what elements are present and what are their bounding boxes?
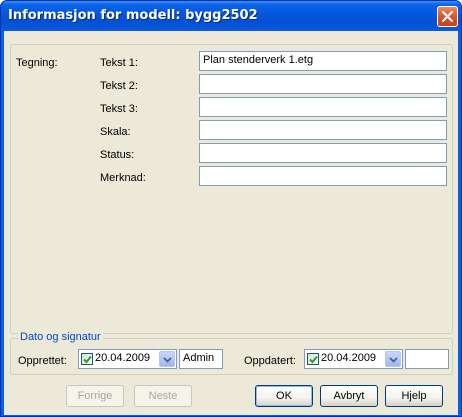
text3-field[interactable] bbox=[199, 97, 447, 117]
scale-field[interactable] bbox=[199, 120, 447, 140]
chevron-down-icon bbox=[389, 357, 398, 363]
updated-date-checkbox[interactable] bbox=[307, 353, 319, 365]
created-date-dropdown[interactable] bbox=[159, 351, 175, 367]
updated-date-dropdown[interactable] bbox=[385, 351, 401, 367]
created-signature-field[interactable]: Admin bbox=[179, 349, 223, 369]
text1-field[interactable]: Plan stenderverk 1.etg bbox=[199, 51, 447, 71]
window-title: Informasjon for modell: bygg2502 bbox=[8, 8, 258, 23]
created-label: Opprettet: bbox=[18, 355, 67, 367]
close-icon bbox=[442, 11, 453, 22]
title-bar[interactable]: Informasjon for modell: bygg2502 bbox=[1, 1, 461, 31]
help-button[interactable]: Hjelp bbox=[385, 385, 443, 407]
status-field[interactable] bbox=[199, 143, 447, 163]
remark-label: Merknad: bbox=[100, 172, 146, 184]
close-button[interactable] bbox=[437, 6, 458, 27]
text2-field[interactable] bbox=[199, 74, 447, 94]
checkmark-icon bbox=[83, 355, 92, 364]
updated-label: Oppdatert: bbox=[244, 355, 296, 367]
created-date-value: 20.04.2009 bbox=[95, 352, 151, 364]
updated-date-picker[interactable]: 20.04.2009 bbox=[304, 349, 403, 369]
drawing-section-label: Tegning: bbox=[16, 57, 58, 69]
remark-field[interactable] bbox=[199, 166, 447, 186]
created-date-picker[interactable]: 20.04.2009 bbox=[78, 349, 177, 369]
next-button[interactable]: Neste bbox=[134, 385, 192, 407]
scale-label: Skala: bbox=[100, 126, 131, 138]
created-date-checkbox[interactable] bbox=[81, 353, 93, 365]
updated-signature-field[interactable] bbox=[405, 349, 449, 369]
status-label: Status: bbox=[100, 149, 135, 161]
previous-button[interactable]: Forrige bbox=[66, 385, 124, 407]
dialog-window: Informasjon for modell: bygg2502 Tegning… bbox=[0, 0, 462, 417]
cancel-button[interactable]: Avbryt bbox=[320, 385, 378, 407]
text3-label: Tekst 3: bbox=[100, 103, 138, 115]
checkmark-icon bbox=[309, 355, 318, 364]
text1-label: Tekst 1: bbox=[100, 57, 138, 69]
ok-button[interactable]: OK bbox=[255, 385, 313, 407]
dialog-body: Tegning: Tekst 1: Plan stenderverk 1.etg… bbox=[4, 31, 458, 415]
updated-date-value: 20.04.2009 bbox=[321, 352, 377, 364]
text2-label: Tekst 2: bbox=[100, 80, 138, 92]
date-signature-legend: Dato og signatur bbox=[18, 331, 103, 343]
chevron-down-icon bbox=[163, 357, 172, 363]
